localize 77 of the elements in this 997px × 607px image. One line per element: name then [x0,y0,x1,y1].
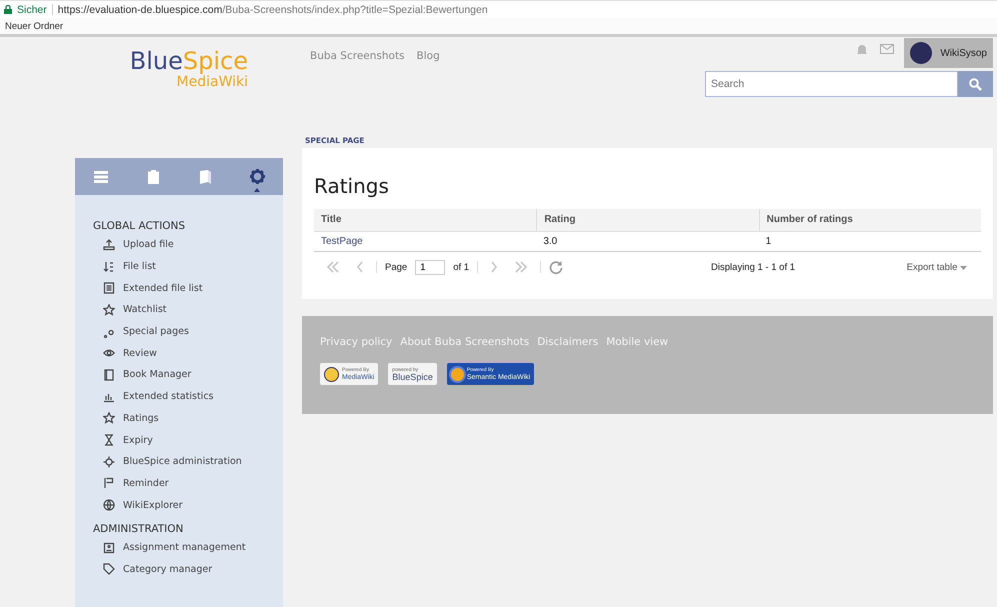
avatar-circle [910,42,932,64]
chevron-right-icon [490,261,498,273]
sidebar-link[interactable]: BlueSpice administration [93,450,283,473]
sidebar-link-label: Upload file [123,239,174,250]
sidebar-link[interactable]: Expiry [93,429,283,451]
refresh-icon[interactable] [549,260,564,274]
sidebar-link[interactable]: Ratings [93,408,283,430]
display-count: Displaying 1 - 1 of 1 [711,262,796,272]
search-button[interactable] [958,71,993,97]
globe-icon [103,499,115,512]
sidebar-link-label: Special pages [123,326,189,338]
double-chevron-left-icon [326,261,340,273]
search-icon [969,78,982,90]
sidebar-link[interactable]: Reminder [93,472,283,494]
sidebar-link[interactable]: Watchlist [93,299,283,321]
user-menu[interactable]: WikiSysop [904,38,993,68]
section-heading: GLOBAL ACTIONS [93,220,186,232]
book-icon [200,170,210,184]
section-heading: ADMINISTRATION [93,522,184,535]
page-link[interactable]: TestPage [314,232,536,252]
page-title: Ratings [314,174,390,198]
sidebar-link[interactable]: Assignment management [93,536,283,559]
lock-icon [4,5,12,14]
sidebar-link-label: Assignment management [123,542,246,554]
sidebar-link[interactable]: Review [93,342,283,364]
address-bar-url[interactable]: https://evaluation-de.bluespice.com/Buba-Screenshots/index.php?title=Spezial:Bewertungen [58,4,488,16]
secure-label: Sicher [17,4,47,16]
sidebar-link[interactable]: Book Manager [93,364,283,386]
column-header[interactable]: Number of ratings [758,209,981,232]
id-card-icon [103,542,115,554]
double-chevron-right-icon [514,261,528,273]
bell-icon[interactable] [856,44,868,56]
sidebar-link-label: Ratings [123,412,159,424]
bluespice-logo[interactable]: BlueSpice MediaWiki [88,48,248,100]
sidebar-link[interactable]: Extended file list [93,277,283,300]
mail-icon[interactable] [880,44,894,54]
page-number-field[interactable]: 1 [415,260,446,274]
document-icon [103,282,115,294]
sidebar-link-label: Review [123,348,157,359]
page-label: Page [385,262,408,272]
sidebar-link[interactable]: Upload file [93,234,283,256]
sidebar-link-label: Category manager [123,564,212,575]
upload-icon [103,238,115,251]
flag-icon [103,477,115,490]
eye-icon [103,347,115,360]
sidebar-link[interactable]: WikiExplorer [93,494,283,516]
table-cell: 3.0 [536,232,759,252]
sidebar-link[interactable]: Special pages [93,320,283,342]
column-header[interactable]: Title [314,209,536,232]
export-table-button[interactable]: Export table [900,260,973,274]
sidebar-link[interactable]: File list [93,256,283,278]
star-icon [103,412,115,424]
caret-icon [960,266,967,270]
sidebar-link-label: BlueSpice administration [123,456,242,468]
star-icon [103,304,115,316]
menu-icon [94,170,108,182]
tag-icon [103,563,115,576]
clipboard-icon [148,170,158,184]
column-header[interactable]: Rating [536,209,759,232]
book-icon [103,368,115,381]
bookmark-folder[interactable]: Neuer Ordner [5,20,64,32]
sidebar-link-label: Book Manager [123,369,192,380]
sidebar-link-label: Reminder [123,478,169,489]
sidebar-link-label: Expiry [123,434,153,446]
sidebar-link[interactable]: Category manager [93,558,283,580]
sort-icon [103,260,115,273]
sidebar-link-label: Extended file list [123,282,203,294]
sidebar-link-label: File list [123,261,156,272]
sidebar-link-label: Watchlist [123,304,167,316]
sidebar-link[interactable]: Extended statistics [93,386,283,408]
search-field[interactable]: Search [705,71,958,97]
sidebar-link-label: Extended statistics [123,391,214,402]
sidebar-link-label: WikiExplorer [123,500,183,511]
hourglass-icon [103,434,115,446]
page-count: of 1 [453,262,470,272]
table-cell: 1 [758,232,981,252]
chevron-left-icon [356,261,364,273]
